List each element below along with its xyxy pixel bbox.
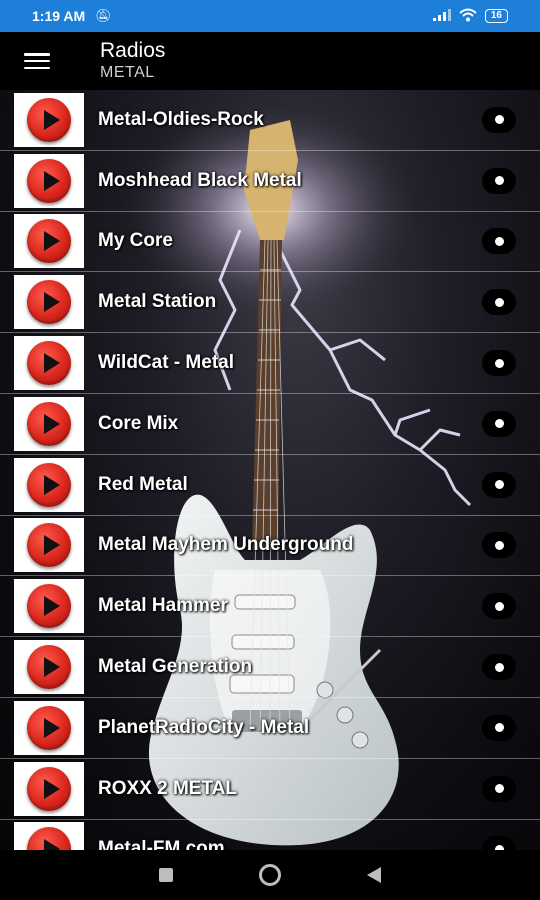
station-row[interactable]: Metal-FM.com (0, 820, 540, 850)
play-icon (27, 462, 71, 507)
station-thumbnail[interactable] (14, 579, 84, 634)
dot-icon (494, 419, 504, 429)
station-options-button[interactable] (482, 714, 516, 741)
station-row[interactable]: Core Mix (0, 394, 540, 455)
play-icon (27, 401, 71, 446)
dot-icon (494, 115, 504, 125)
station-options-button[interactable] (482, 410, 516, 437)
station-options-button[interactable] (482, 654, 516, 681)
dot-icon (494, 784, 504, 794)
station-options-button[interactable] (482, 350, 516, 377)
station-row[interactable]: Metal Generation (0, 637, 540, 698)
station-thumbnail[interactable] (14, 761, 84, 816)
play-icon (27, 219, 71, 264)
station-thumbnail[interactable] (14, 640, 84, 695)
station-name: Moshhead Black Metal (98, 169, 302, 191)
station-row[interactable]: Metal Hammer (0, 576, 540, 638)
station-options-button[interactable] (482, 532, 516, 559)
station-name: Core Mix (98, 412, 179, 434)
page-subtitle: METAL (100, 64, 155, 81)
station-row[interactable]: ROXX 2 METAL (0, 759, 540, 820)
station-row[interactable]: Moshhead Black Metal (0, 151, 540, 212)
station-list[interactable]: Metal-Oldies-Rock Moshhead Black Metal My … (0, 90, 540, 850)
station-name: Metal-Oldies-Rock (98, 108, 264, 130)
station-thumbnail[interactable] (14, 457, 84, 512)
station-thumbnail[interactable] (14, 336, 84, 391)
dot-icon (494, 540, 504, 550)
play-icon (27, 584, 71, 629)
station-options-button[interactable] (482, 167, 516, 194)
station-name: Red Metal (98, 473, 188, 495)
dot-icon (494, 358, 504, 368)
dot-icon (494, 723, 504, 733)
play-icon (27, 341, 71, 386)
play-icon (27, 827, 71, 850)
station-thumbnail[interactable] (14, 396, 84, 451)
station-row[interactable]: PlanetRadioCity - Metal (0, 698, 540, 759)
station-thumbnail[interactable] (14, 700, 84, 755)
station-thumbnail[interactable] (14, 275, 84, 330)
station-name: My Core (98, 230, 173, 252)
station-name: Metal Mayhem Underground (98, 534, 354, 556)
dot-icon (494, 297, 504, 307)
app-bar-titles: Radios METAL (100, 39, 165, 83)
back-button[interactable] (367, 867, 381, 883)
station-thumbnail[interactable] (14, 92, 84, 147)
menu-button[interactable] (0, 32, 74, 90)
station-row[interactable]: Metal-Oldies-Rock (0, 90, 540, 151)
recents-button[interactable] (159, 868, 173, 882)
status-bar: 1:19 AM 🔕︎ 16 (0, 0, 540, 32)
station-options-button[interactable] (482, 228, 516, 255)
dot-icon (494, 480, 504, 490)
station-options-button[interactable] (482, 836, 516, 850)
hamburger-icon (24, 53, 50, 69)
station-name: Metal Station (98, 291, 217, 313)
play-icon (27, 705, 71, 750)
station-row[interactable]: Metal Mayhem Underground (0, 516, 540, 577)
page-title: Radios (100, 39, 166, 62)
app-bar: Radios METAL (0, 32, 540, 90)
bell-off-icon: 🔕︎ (95, 8, 112, 23)
station-thumbnail[interactable] (14, 214, 84, 269)
station-row[interactable]: Metal Station (0, 272, 540, 334)
play-icon (27, 645, 71, 690)
station-options-button[interactable] (482, 289, 516, 316)
station-name: Metal Generation (98, 656, 253, 678)
dot-icon (494, 662, 504, 672)
status-icons: 16 (432, 8, 508, 25)
play-icon (27, 766, 71, 811)
home-button[interactable] (259, 864, 281, 886)
station-thumbnail[interactable] (14, 518, 84, 573)
signal-icon (432, 8, 451, 24)
wifi-icon (459, 8, 477, 25)
station-thumbnail[interactable] (14, 822, 84, 850)
station-name: PlanetRadioCity - Metal (98, 716, 310, 738)
station-row[interactable]: My Core (0, 212, 540, 273)
station-options-button[interactable] (482, 775, 516, 802)
battery-indicator: 16 (484, 9, 508, 23)
station-name: Metal Hammer (98, 595, 228, 617)
status-time: 1:19 AM (32, 8, 86, 24)
dot-icon (494, 601, 504, 611)
station-options-button[interactable] (482, 471, 516, 498)
station-name: WildCat - Metal (98, 352, 234, 374)
dot-icon (494, 236, 504, 246)
dot-icon (494, 176, 504, 186)
station-thumbnail[interactable] (14, 153, 84, 208)
station-options-button[interactable] (482, 593, 516, 620)
play-icon (27, 280, 71, 325)
station-name: ROXX 2 METAL (98, 777, 237, 799)
navigation-bar (0, 850, 540, 900)
play-icon (27, 97, 71, 142)
play-icon (27, 158, 71, 203)
station-row[interactable]: WildCat - Metal (0, 333, 540, 394)
station-name: Metal-FM.com (98, 838, 225, 850)
play-icon (27, 523, 71, 568)
station-row[interactable]: Red Metal (0, 455, 540, 516)
station-options-button[interactable] (482, 106, 516, 133)
